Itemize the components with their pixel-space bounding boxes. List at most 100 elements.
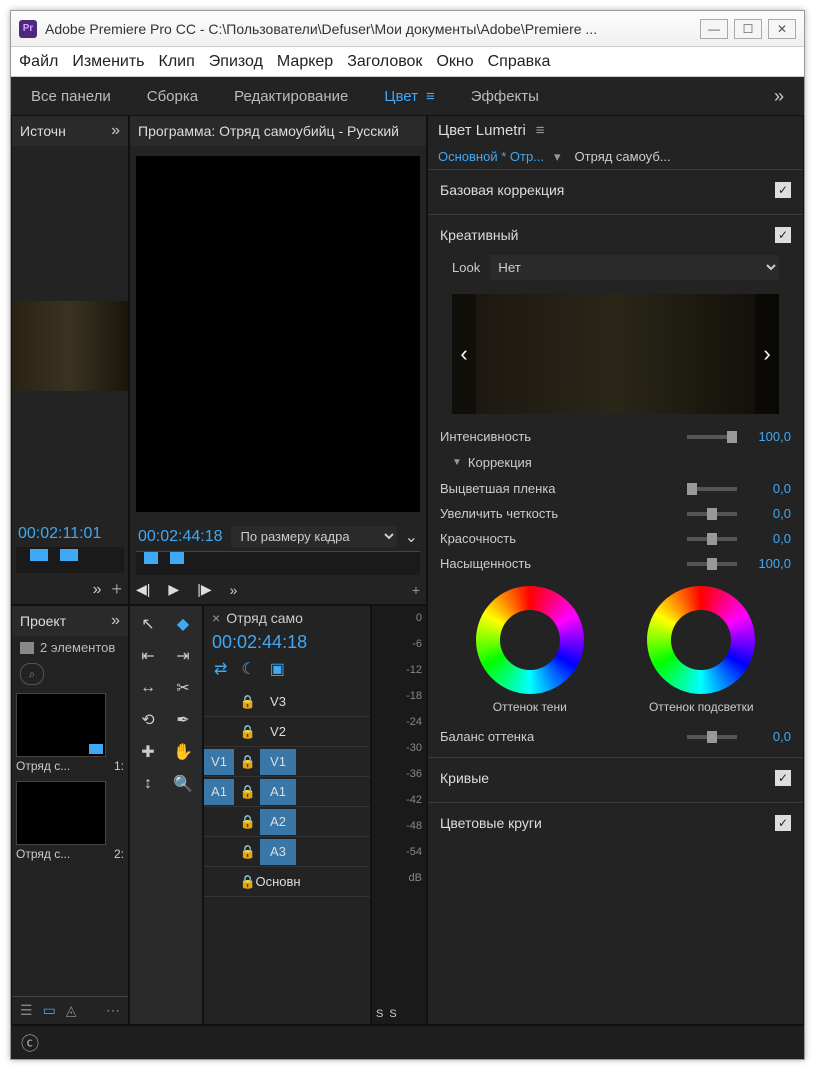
play-button[interactable]: ▶ bbox=[168, 581, 179, 598]
creative-cloud-icon[interactable]: ⓒ bbox=[21, 1030, 39, 1056]
source-add-icon[interactable]: + bbox=[111, 579, 122, 600]
creative-title[interactable]: Креативный bbox=[440, 227, 519, 243]
track-row[interactable]: 🔒A3 bbox=[204, 837, 370, 867]
timeline-timecode[interactable]: 00:02:44:18 bbox=[212, 632, 307, 652]
tint-balance-value[interactable]: 0,0 bbox=[747, 729, 791, 744]
track-select-tool[interactable]: ◆ bbox=[169, 612, 197, 636]
source-overflow-icon[interactable]: » bbox=[111, 122, 120, 140]
lumetri-master-link[interactable]: Основной * Отр... bbox=[438, 149, 544, 165]
sharpen-slider[interactable] bbox=[687, 512, 737, 516]
lock-icon[interactable]: 🔒 bbox=[236, 784, 260, 800]
project-panel-header[interactable]: Проект » bbox=[12, 606, 128, 636]
track-name[interactable]: A3 bbox=[260, 839, 296, 865]
look-select[interactable]: Нет bbox=[490, 255, 779, 280]
track-row[interactable]: 🔒A2 bbox=[204, 807, 370, 837]
solo-right[interactable]: S bbox=[389, 1008, 396, 1020]
in-point-marker[interactable] bbox=[144, 552, 158, 564]
track-row[interactable]: A1🔒A1 bbox=[204, 777, 370, 807]
timeline-tab-label[interactable]: Отряд само bbox=[226, 610, 303, 626]
workspace-menu-icon[interactable]: ≡ bbox=[426, 88, 435, 105]
lock-icon[interactable]: 🔒 bbox=[236, 694, 260, 710]
highlight-tint-wheel[interactable] bbox=[647, 586, 755, 694]
tint-balance-slider[interactable] bbox=[687, 735, 737, 739]
menu-window[interactable]: Окно bbox=[436, 53, 473, 71]
source-overflow2-icon[interactable]: » bbox=[93, 581, 102, 599]
track-row[interactable]: 🔒V2 bbox=[204, 717, 370, 747]
project-item[interactable]: Отряд с...2: bbox=[16, 781, 124, 863]
vibrance-value[interactable]: 0,0 bbox=[747, 531, 791, 546]
track-name[interactable]: V1 bbox=[260, 749, 296, 775]
menu-help[interactable]: Справка bbox=[488, 53, 551, 71]
track-source-tag[interactable]: A1 bbox=[204, 779, 234, 805]
menu-edit[interactable]: Изменить bbox=[72, 53, 144, 71]
basic-correction-checkbox[interactable]: ✓ bbox=[775, 182, 791, 198]
look-prev-button[interactable]: ‹ bbox=[452, 294, 476, 414]
workspace-overflow-icon[interactable]: » bbox=[774, 86, 784, 107]
workspace-effects[interactable]: Эффекты bbox=[471, 88, 539, 105]
timeline-close-icon[interactable]: × bbox=[212, 610, 220, 626]
project-overflow-icon[interactable]: » bbox=[111, 612, 120, 630]
menu-marker[interactable]: Маркер bbox=[277, 53, 333, 71]
step-back-button[interactable]: ◀| bbox=[136, 581, 150, 598]
razor-tool[interactable]: ✂ bbox=[169, 676, 197, 700]
curves-checkbox[interactable]: ✓ bbox=[775, 770, 791, 786]
vibrance-slider[interactable] bbox=[687, 537, 737, 541]
track-name[interactable]: V3 bbox=[260, 689, 296, 715]
close-button[interactable]: ✕ bbox=[768, 19, 796, 39]
track-row[interactable]: 🔒Основн bbox=[204, 867, 370, 897]
source-thumbnail[interactable] bbox=[12, 301, 128, 391]
basic-correction-title[interactable]: Базовая коррекция bbox=[440, 182, 564, 198]
track-name[interactable]: V2 bbox=[260, 719, 296, 745]
lumetri-menu-icon[interactable]: ≡ bbox=[536, 122, 545, 139]
lock-icon[interactable]: 🔒 bbox=[236, 724, 260, 740]
track-source-tag[interactable] bbox=[204, 869, 234, 895]
rate-stretch-tool[interactable]: ↔ bbox=[134, 676, 162, 700]
lumetri-dropdown-icon[interactable]: ▾ bbox=[554, 149, 561, 165]
adjust-disclosure-icon[interactable]: ▼ bbox=[452, 457, 462, 468]
program-ruler[interactable] bbox=[136, 551, 420, 575]
intensity-slider[interactable] bbox=[687, 435, 737, 439]
program-zoom-chevron-icon[interactable]: ⌄ bbox=[405, 527, 418, 547]
intensity-value[interactable]: 100,0 bbox=[747, 429, 791, 444]
track-name[interactable]: A1 bbox=[260, 779, 296, 805]
track-source-tag[interactable] bbox=[204, 839, 234, 865]
track-source-tag[interactable] bbox=[204, 719, 234, 745]
saturation-slider[interactable] bbox=[687, 562, 737, 566]
source-panel-header[interactable]: Источн » bbox=[12, 116, 128, 146]
faded-film-slider[interactable] bbox=[687, 487, 737, 491]
project-more-icon[interactable]: ⋯ bbox=[106, 1002, 120, 1019]
workspace-all-panels[interactable]: Все панели bbox=[31, 88, 111, 105]
source-in-marker[interactable] bbox=[30, 549, 48, 561]
color-wheels-checkbox[interactable]: ✓ bbox=[775, 815, 791, 831]
menu-clip[interactable]: Клип bbox=[159, 53, 195, 71]
rolling-tool[interactable]: ⇥ bbox=[169, 644, 197, 668]
track-row[interactable]: V1🔒V1 bbox=[204, 747, 370, 777]
sharpen-value[interactable]: 0,0 bbox=[747, 506, 791, 521]
workspace-color[interactable]: Цвет≡ bbox=[384, 88, 434, 105]
menu-title[interactable]: Заголовок bbox=[347, 53, 422, 71]
snap-icon[interactable]: ⇄ bbox=[214, 659, 227, 679]
project-item[interactable]: Отряд с...1: bbox=[16, 693, 124, 775]
freeform-view-icon[interactable]: ◬ bbox=[66, 1002, 77, 1019]
maximize-button[interactable]: ☐ bbox=[734, 19, 762, 39]
lock-icon[interactable]: 🔒 bbox=[236, 814, 260, 830]
workspace-editing[interactable]: Редактирование bbox=[234, 88, 348, 105]
pen-tool[interactable]: ✚ bbox=[134, 740, 162, 764]
shadow-tint-wheel[interactable] bbox=[476, 586, 584, 694]
type-tool[interactable]: ↕ bbox=[134, 772, 162, 796]
lock-icon[interactable]: 🔒 bbox=[236, 754, 260, 770]
track-source-tag[interactable] bbox=[204, 809, 234, 835]
out-point-marker[interactable] bbox=[170, 552, 184, 564]
project-search-input[interactable]: ⌕ bbox=[20, 663, 44, 685]
track-row[interactable]: 🔒V3 bbox=[204, 687, 370, 717]
icon-view-icon[interactable]: ▭ bbox=[43, 1002, 56, 1019]
solo-left[interactable]: S bbox=[376, 1008, 383, 1020]
track-source-tag[interactable]: V1 bbox=[204, 749, 234, 775]
selection-tool[interactable]: ↖ bbox=[134, 612, 162, 636]
look-next-button[interactable]: › bbox=[755, 294, 779, 414]
slip-tool[interactable]: ⟲ bbox=[134, 708, 162, 732]
linked-selection-icon[interactable]: ☾ bbox=[241, 659, 255, 679]
source-out-marker[interactable] bbox=[60, 549, 78, 561]
program-panel-header[interactable]: Программа: Отряд самоубийц - Русский bbox=[130, 116, 426, 146]
track-source-tag[interactable] bbox=[204, 689, 234, 715]
